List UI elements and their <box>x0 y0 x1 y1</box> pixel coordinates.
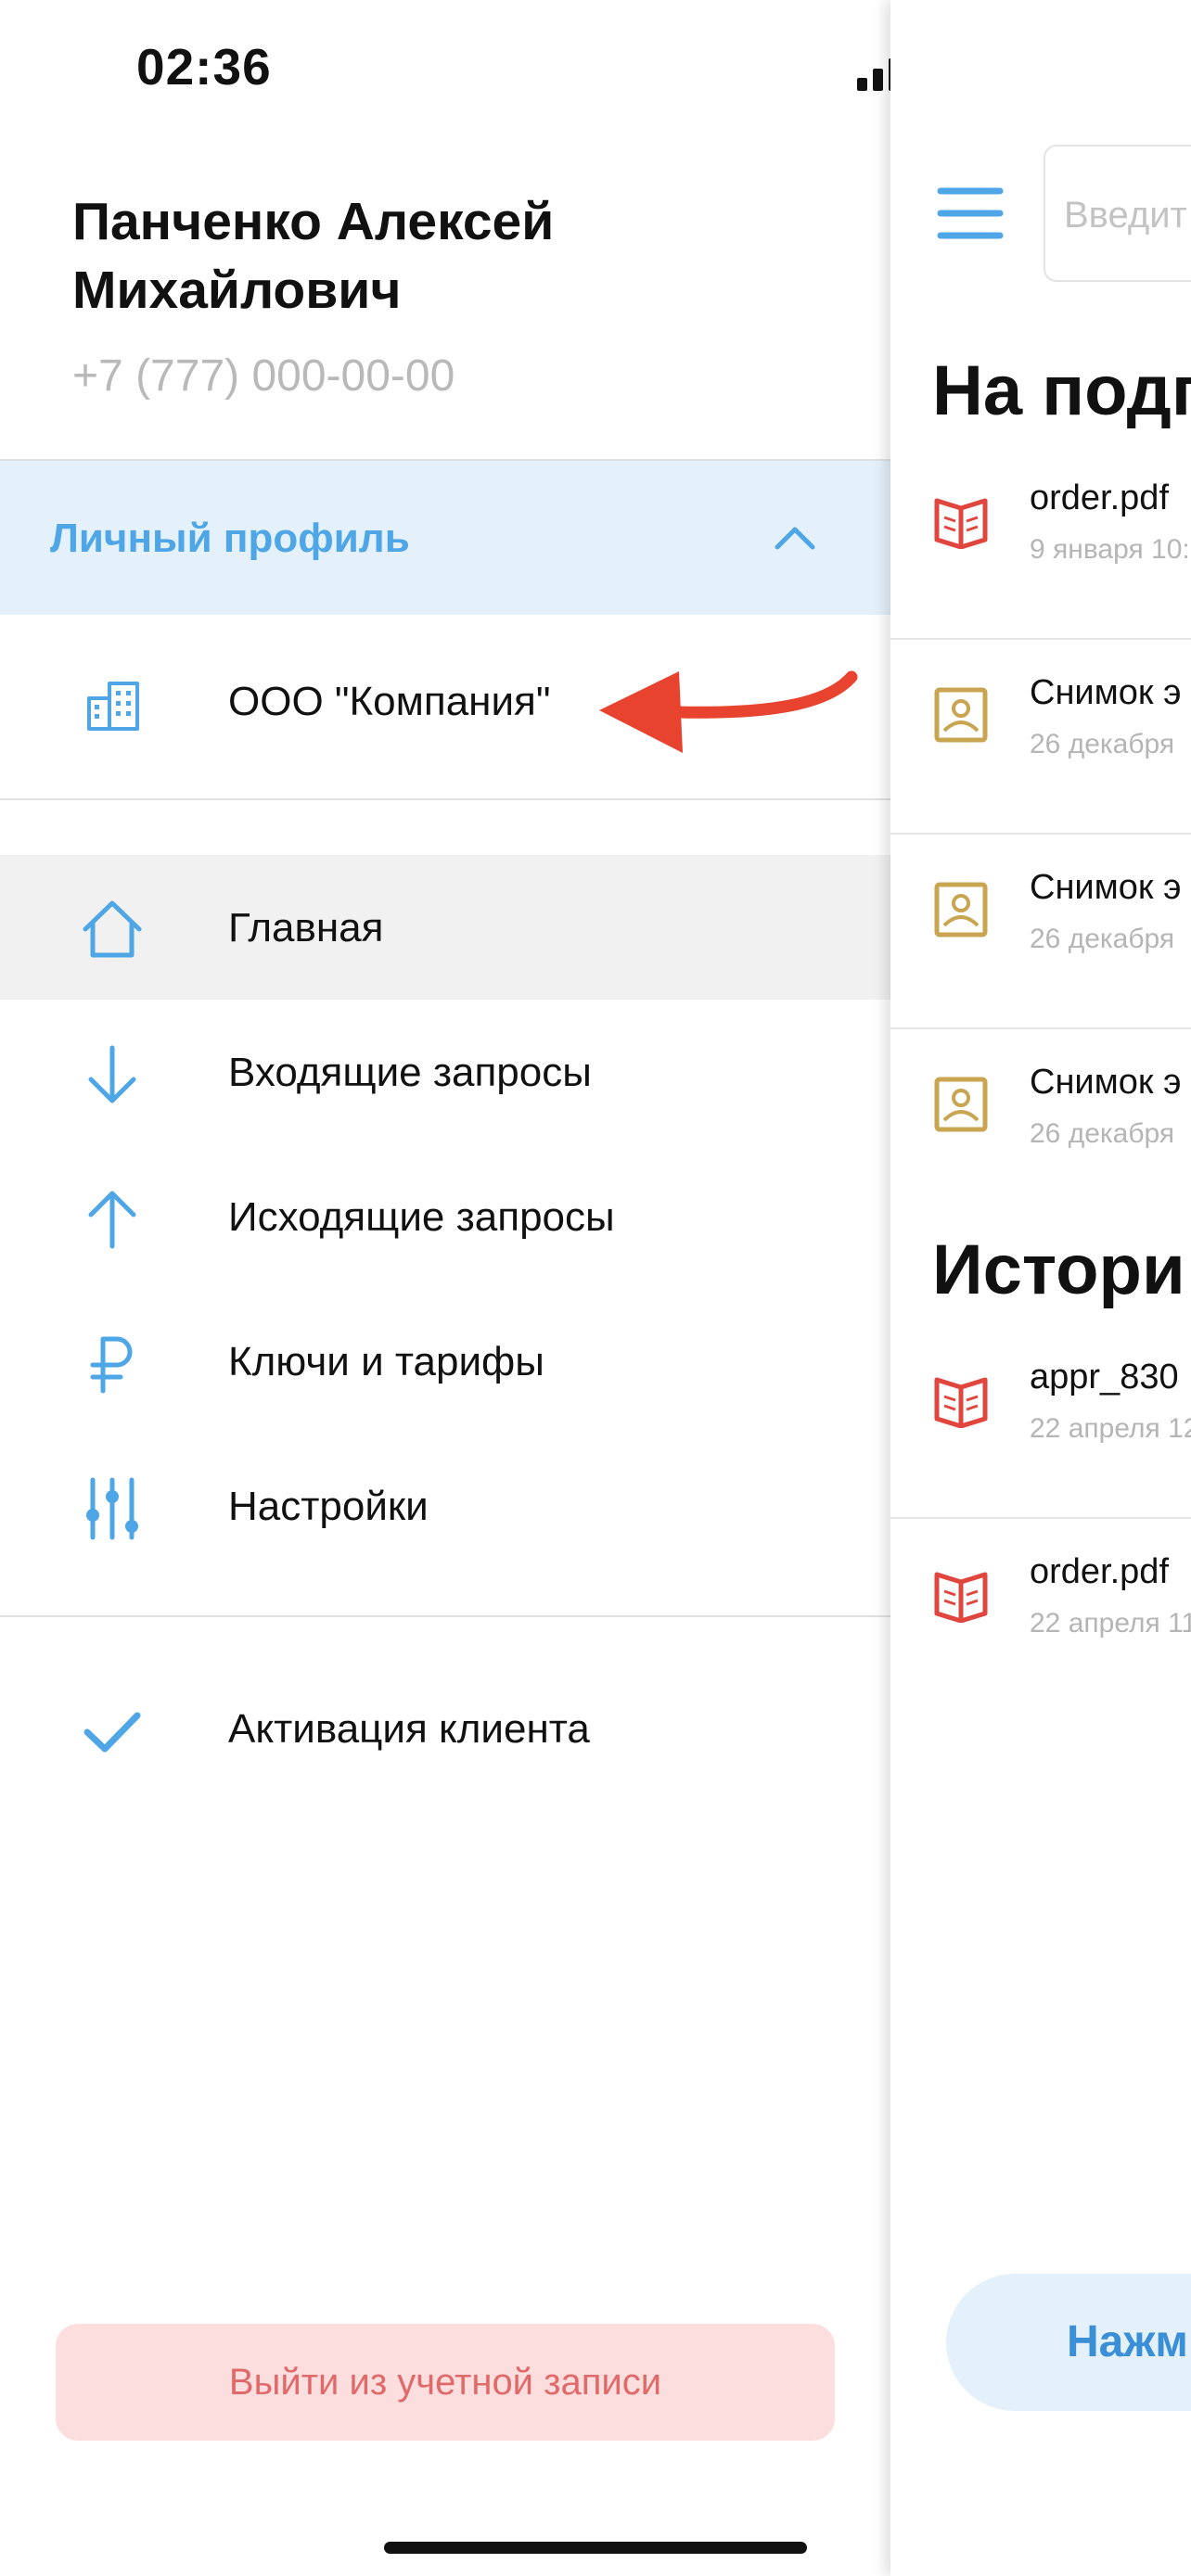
home-indicator[interactable] <box>384 2542 807 2554</box>
annotation-arrow-icon <box>599 670 858 753</box>
image-portrait-icon <box>934 687 988 743</box>
document-row[interactable]: Снимок э 26 декабря <box>890 835 1191 1029</box>
nav-item-outgoing[interactable]: Исходящие запросы <box>0 1144 890 1289</box>
document-date: 26 декабря <box>1030 729 1175 759</box>
search-input[interactable]: Введит <box>1044 145 1191 282</box>
nav-item-keys-tariffs[interactable]: Ключи и тарифы <box>0 1289 890 1434</box>
nav-item-label: Ключи и тарифы <box>228 1339 544 1384</box>
document-name: Снимок э <box>1030 868 1182 907</box>
section-title-pending: На подп <box>932 351 1191 430</box>
document-row[interactable]: Снимок э 26 декабря <box>890 640 1191 835</box>
chevron-up-icon[interactable] <box>772 521 818 553</box>
document-name: order.pdf <box>1030 1552 1169 1591</box>
building-icon <box>87 682 139 731</box>
document-name: Снимок э <box>1030 1063 1182 1102</box>
sliders-icon <box>86 1477 138 1540</box>
section-title-history: Истори <box>932 1231 1185 1309</box>
ruble-icon <box>90 1336 133 1394</box>
image-portrait-icon <box>934 1077 988 1132</box>
hamburger-menu-icon[interactable] <box>937 185 1004 241</box>
pdf-book-icon <box>934 498 988 549</box>
divider <box>0 798 890 800</box>
divider <box>0 1615 890 1617</box>
document-name: appr_830 <box>1030 1358 1179 1396</box>
document-name: Снимок э <box>1030 673 1182 712</box>
cta-button[interactable]: Нажм <box>946 2274 1191 2411</box>
document-date: 26 декабря <box>1030 924 1175 954</box>
user-name: Панченко Алексей Михайлович <box>72 192 555 320</box>
profile-section-label: Личный профиль <box>50 516 410 561</box>
company-label: ООО "Компания" <box>228 679 551 724</box>
pdf-book-icon <box>934 1377 988 1428</box>
cta-label: Нажм <box>1067 2317 1188 2366</box>
document-date: 9 января 10: <box>1030 534 1190 565</box>
document-date: 22 апреля 12 <box>1030 1413 1191 1444</box>
document-date: 22 апреля 11 <box>1030 1608 1191 1639</box>
home-icon <box>83 900 142 958</box>
nav-item-incoming[interactable]: Входящие запросы <box>0 1000 890 1144</box>
logout-button[interactable]: Выйти из учетной записи <box>56 2324 835 2441</box>
document-row[interactable]: order.pdf 22 апреля 11 <box>890 1519 1191 1714</box>
document-name: order.pdf <box>1030 478 1169 517</box>
status-time: 02:36 <box>136 38 272 96</box>
activation-item[interactable]: Активация клиента <box>0 1656 890 1801</box>
main-screen-panel: Введит На подп order.pdf 9 января 10: Сн… <box>890 0 1191 2576</box>
pdf-book-icon <box>934 1572 988 1623</box>
nav-item-settings[interactable]: Настройки <box>0 1434 890 1578</box>
nav-item-home[interactable]: Главная <box>0 855 890 1000</box>
arrow-up-icon <box>88 1191 136 1249</box>
arrow-down-icon <box>88 1045 136 1103</box>
checkmark-icon <box>83 1712 141 1753</box>
nav-item-label: Главная <box>228 905 384 950</box>
activation-label: Активация клиента <box>228 1706 590 1752</box>
search-placeholder: Введит <box>1064 195 1187 236</box>
nav-item-label: Входящие запросы <box>228 1050 592 1095</box>
document-row[interactable]: Снимок э 26 декабря <box>890 1029 1191 1224</box>
image-portrait-icon <box>934 882 988 937</box>
document-date: 26 декабря <box>1030 1118 1175 1149</box>
user-phone: +7 (777) 000-00-00 <box>72 351 455 401</box>
nav-item-label: Настройки <box>228 1484 429 1529</box>
nav-item-label: Исходящие запросы <box>228 1194 615 1240</box>
document-row[interactable]: order.pdf 9 января 10: <box>890 445 1191 640</box>
document-row[interactable]: appr_830 22 апреля 12 <box>890 1324 1191 1519</box>
logout-label: Выйти из учетной записи <box>228 2361 662 2403</box>
